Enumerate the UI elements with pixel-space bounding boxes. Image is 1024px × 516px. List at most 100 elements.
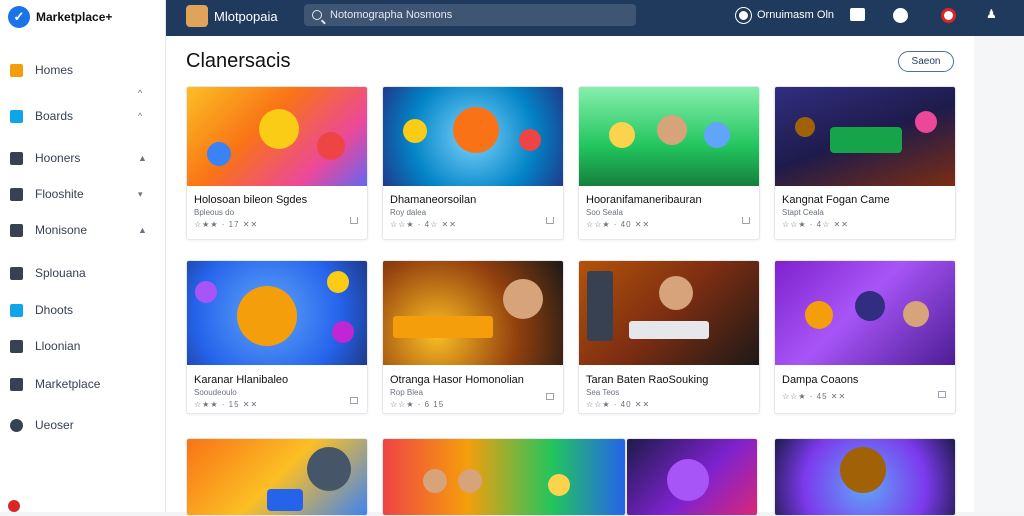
page-title: Clanersacis [186,50,291,72]
sidebar-item-lloonian[interactable]: Lloonian [0,334,166,358]
card-title: Dampa Coaons [782,374,859,386]
sidebar: ✓ Marketplace+ Homes ^ Boards ^ Hooners … [0,0,166,512]
card-title: Holosoan bileon Sgdes [194,194,308,206]
chevron-up-icon[interactable]: ▲ [138,153,147,163]
chevron-down-icon[interactable]: ▾ [138,189,143,200]
card-meta: ☆★★ · 17 ✕✕ [194,220,259,229]
game-card[interactable]: Taran Baten RaoSouking Sea Teos ☆☆★ · 40… [578,260,760,414]
sidebar-item-label: Ueoser [35,418,74,432]
card-subtitle: Rop Blea [390,388,423,397]
sidebar-item-label: Dhoots [35,303,74,317]
game-card[interactable] [382,438,626,516]
sidebar-item-label: Lloonian [35,339,81,353]
app-avatar-icon[interactable] [186,5,208,27]
card-subtitle: Roy dalea [390,208,427,217]
search-input[interactable] [330,9,620,21]
card-meta: ☆☆★ · 40 ✕✕ [586,220,651,229]
card-subtitle: Bpleous do [194,208,235,217]
sidebar-item-dhoots[interactable]: Dhoots [0,298,166,322]
status-indicator[interactable]: Ornuimasm Oln [735,6,835,24]
clock-icon [735,6,752,24]
game-card[interactable]: Karanar Hlanibaleo Sooudeoulo ☆★★ · 15 ✕… [186,260,368,414]
status-text: Ornuimasm Oln [757,9,835,21]
top-bar: Mlotpopaia Ornuimasm Oln ♟︎ [166,0,1024,36]
chevron-up-icon[interactable]: ^ [138,88,142,98]
brand-name: Marketplace+ [36,10,113,24]
card-meta: ☆★★ · 15 ✕✕ [194,400,259,409]
folder-icon [10,187,23,201]
card-meta: ☆☆★ · 4☆ ✕✕ [782,220,849,229]
game-thumbnail [775,87,955,186]
game-thumbnail [383,261,563,365]
card-subtitle: Soo Seala [586,208,623,217]
brand[interactable]: ✓ Marketplace+ [0,0,165,34]
sidebar-item-label: Monisone [35,223,88,237]
card-title: Hooranifamaneribauran [586,194,702,206]
user-circle-icon [10,418,23,432]
game-thumbnail [187,261,367,365]
game-card[interactable] [186,438,368,516]
user-account-icon[interactable]: ♟︎ [986,7,997,21]
sidebar-item-marketplace[interactable]: Marketplace [0,372,166,396]
sidebar-item-label: Marketplace [35,377,101,391]
bookmark-icon[interactable] [546,217,554,224]
search-bar[interactable] [304,4,636,26]
sidebar-item-homes[interactable]: Homes [0,58,166,82]
card-subtitle: Stapt Ceala [782,208,824,217]
home-icon [10,63,23,77]
chevron-up-icon[interactable]: ^ [138,111,142,121]
game-card[interactable]: Otranga Hasor Homonolian Rop Blea ☆☆★ · … [382,260,564,414]
sidebar-item-monisone[interactable]: Monisone ▲ [0,218,166,242]
board-icon [10,109,23,123]
bookmark-icon[interactable] [350,217,358,224]
card-meta: ☆☆★ · 4☆ ✕✕ [390,220,457,229]
game-card[interactable]: Dampa Coaons ☆☆★ · 45 ✕✕ [774,260,956,414]
bookmark-icon[interactable] [350,397,358,404]
game-thumbnail [383,87,563,186]
sidebar-item-label: Splouana [35,266,86,280]
sidebar-item-ueoser[interactable]: Ueoser [0,413,166,437]
action-button[interactable]: Saeon [898,51,954,72]
notification-dot-icon[interactable] [8,500,20,512]
settings-icon[interactable] [893,8,908,23]
game-thumbnail [627,439,757,515]
sidebar-item-label: Flooshite [35,187,84,201]
chat-icon[interactable] [850,8,865,21]
app-title: Mlotpopaia [214,9,278,24]
game-card[interactable]: Hooranifamaneribauran Soo Seala ☆☆★ · 40… [578,86,760,240]
card-title: Dhamaneorsoilan [390,194,477,206]
sidebar-item-boards[interactable]: Boards ^ [0,104,166,128]
box-icon [10,339,23,353]
chart-icon [10,266,23,280]
check-logo-icon: ✓ [8,6,30,28]
sidebar-item-flooshite[interactable]: Flooshite ▾ [0,182,166,206]
game-thumbnail [775,261,955,365]
game-card[interactable] [626,438,758,516]
alert-icon[interactable] [941,8,956,23]
card-meta: ☆☆★ · 40 ✕✕ [586,400,651,409]
document-icon [10,223,23,237]
bookmark-icon[interactable] [546,393,554,400]
bookmark-icon [10,151,23,165]
chevron-up-icon[interactable]: ▲ [138,225,147,235]
right-gutter [974,36,1024,512]
card-subtitle: Sooudeoulo [194,388,237,397]
game-card[interactable]: Dhamaneorsoilan Roy dalea ☆☆★ · 4☆ ✕✕ [382,86,564,240]
game-card[interactable] [774,438,956,516]
game-card[interactable]: Kangnat Fogan Came Stapt Ceala ☆☆★ · 4☆ … [774,86,956,240]
bookmark-icon[interactable] [938,391,946,398]
game-card[interactable]: Holosoan bileon Sgdes Bpleous do ☆★★ · 1… [186,86,368,240]
card-title: Taran Baten RaoSouking [586,374,709,386]
sidebar-item-splouana[interactable]: Splouana [0,261,166,285]
sidebar-item-hooners[interactable]: Hooners ▲ [0,146,166,170]
sidebar-item-label: Homes [35,63,74,77]
game-thumbnail [187,87,367,186]
card-title: Karanar Hlanibaleo [194,374,289,386]
game-thumbnail [579,87,759,186]
bookmark-icon[interactable] [742,217,750,224]
game-thumbnail [579,261,759,365]
card-meta: ☆☆★ · 45 ✕✕ [782,392,847,401]
sidebar-item-label: Boards [35,109,74,123]
card-title: Otranga Hasor Homonolian [390,374,524,386]
game-thumbnail [187,439,367,515]
